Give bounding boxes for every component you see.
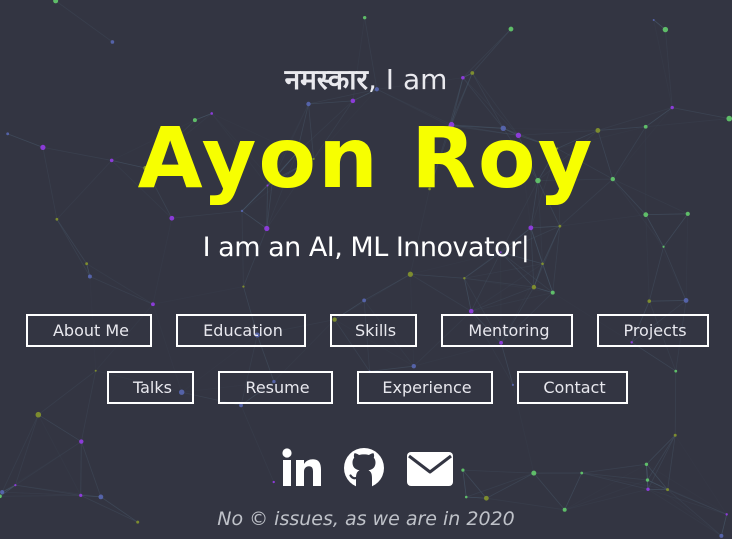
greeting: नमस्कार, I am <box>0 58 732 102</box>
about-me-label: About Me <box>52 321 130 340</box>
experience-button[interactable]: Experience <box>357 371 493 404</box>
linkedin-icon[interactable] <box>280 446 324 492</box>
experience-label: Experience <box>382 378 472 397</box>
education-label: Education <box>203 321 283 340</box>
mentoring-label: Mentoring <box>468 321 550 340</box>
tagline: I am an AI, ML Innovator| <box>0 228 732 268</box>
hero-name: Ayon Roy <box>137 109 595 207</box>
contact-button[interactable]: Contact <box>517 371 628 404</box>
projects-label: Projects <box>623 321 687 340</box>
mentoring-button[interactable]: Mentoring <box>441 314 573 347</box>
about-me-button[interactable]: About Me <box>26 314 152 347</box>
footer-text: No © issues, as we are in 2020 <box>217 508 515 530</box>
talks-button[interactable]: Talks <box>107 371 194 404</box>
skills-label: Skills <box>354 321 397 340</box>
education-button[interactable]: Education <box>176 314 306 347</box>
greeting-hindi: नमस्कार <box>284 63 368 96</box>
tagline-text: I am an AI, ML Innovator <box>202 232 522 263</box>
greeting-rest: , I am <box>367 63 448 96</box>
resume-label: Resume <box>245 378 310 397</box>
contact-label: Contact <box>543 378 606 397</box>
resume-button[interactable]: Resume <box>218 371 333 404</box>
envelope-icon[interactable] <box>406 446 454 492</box>
typing-caret: | <box>520 232 530 263</box>
projects-button[interactable]: Projects <box>597 314 709 347</box>
skills-button[interactable]: Skills <box>330 314 417 347</box>
github-icon[interactable] <box>342 446 386 492</box>
talks-label: Talks <box>133 378 172 397</box>
